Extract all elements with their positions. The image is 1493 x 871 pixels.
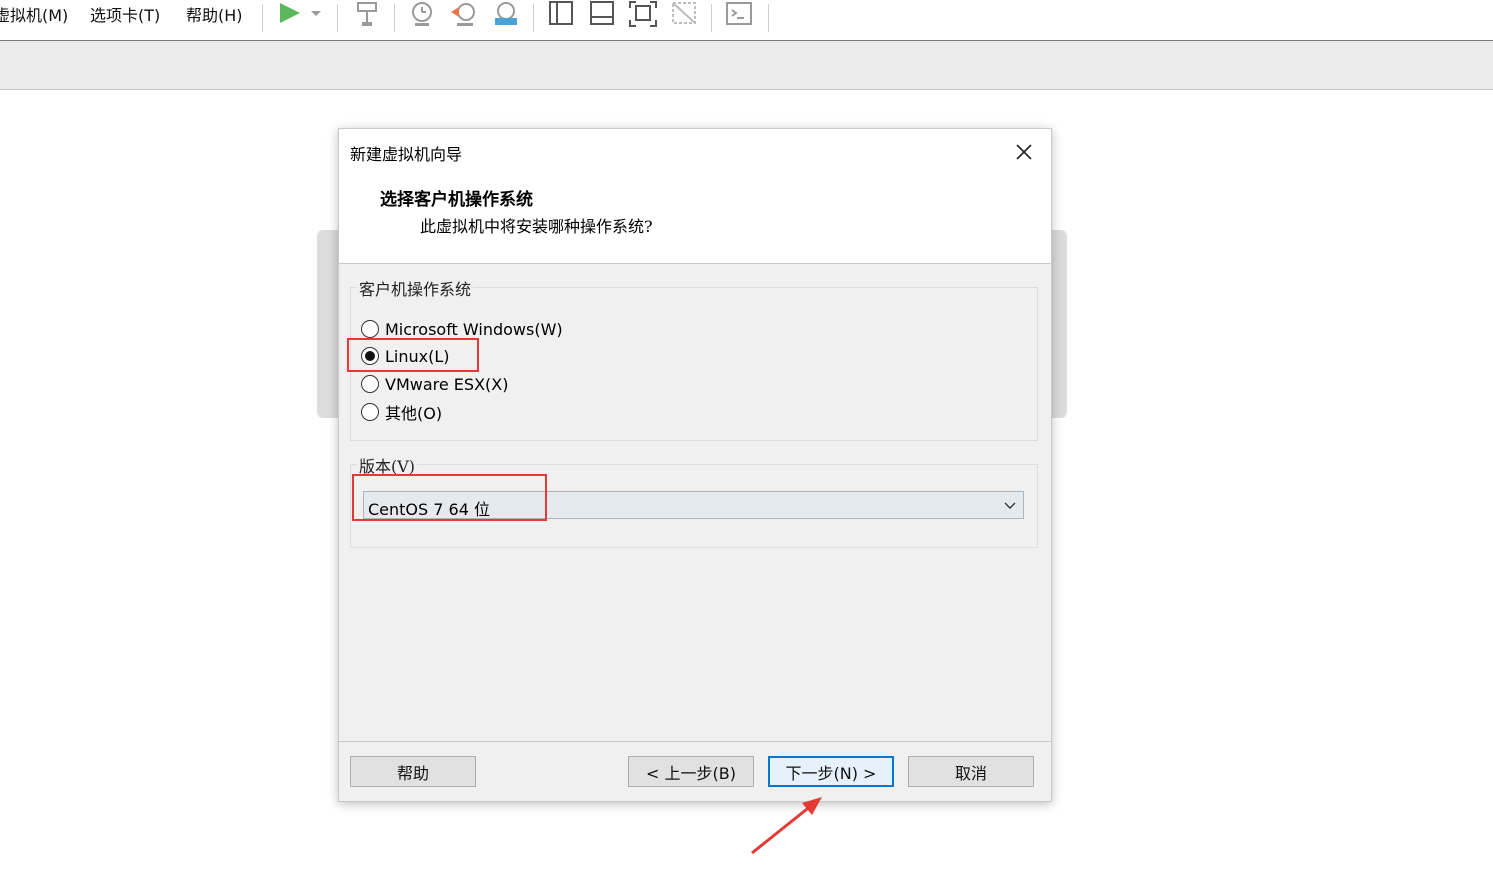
- page-heading: 选择客户机操作系统: [380, 190, 533, 210]
- toolbar-separator: [533, 4, 534, 32]
- radio-other[interactable]: 其他(O): [361, 400, 442, 424]
- radio-label: Microsoft Windows(W): [385, 319, 563, 339]
- unity-icon[interactable]: [669, 0, 699, 30]
- manage-snapshots-icon[interactable]: [491, 0, 521, 30]
- new-vm-wizard-dialog: 新建虚拟机向导 选择客户机操作系统 此虚拟机中将安装哪种操作系统? 客户机操作系…: [338, 128, 1052, 802]
- cancel-button[interactable]: 取消: [908, 756, 1034, 787]
- snapshot-icon[interactable]: [407, 0, 437, 30]
- menu-bar: 虚拟机(M) 选项卡(T) 帮助(H): [0, 0, 1493, 41]
- menu-help[interactable]: 帮助(H): [186, 2, 243, 26]
- toolbar-separator: [711, 4, 712, 32]
- toolbar-separator: [394, 4, 395, 32]
- radio-label: 其他(O): [385, 404, 443, 423]
- version-highlight-box: [352, 474, 547, 521]
- toolbar-separator: [337, 4, 338, 32]
- dialog-title: 新建虚拟机向导: [350, 145, 463, 164]
- radio-button[interactable]: [361, 403, 379, 421]
- radio-button[interactable]: [361, 375, 379, 393]
- library-view-icon[interactable]: [546, 0, 576, 30]
- toolbar-separator: [768, 4, 769, 32]
- menu-tabs[interactable]: 选项卡(T): [90, 2, 160, 26]
- next-button[interactable]: 下一步(N) >: [768, 756, 894, 787]
- radio-label: VMware ESX(X): [385, 374, 509, 394]
- annotation-arrow-icon: [751, 797, 822, 855]
- close-icon[interactable]: [1011, 139, 1037, 165]
- radio-vmware-esx[interactable]: VMware ESX(X): [361, 372, 508, 396]
- guest-os-group-label: 客户机操作系统: [357, 276, 474, 300]
- toolbar-separator: [262, 4, 263, 32]
- dropdown-arrow-icon[interactable]: [305, 0, 325, 30]
- console-icon[interactable]: [724, 0, 754, 30]
- footer-divider: [339, 741, 1051, 742]
- radio-button[interactable]: [361, 320, 379, 338]
- page-subheading: 此虚拟机中将安装哪种操作系统?: [420, 217, 653, 236]
- dialog-header: 新建虚拟机向导 选择客户机操作系统 此虚拟机中将安装哪种操作系统?: [339, 129, 1051, 264]
- menu-vm[interactable]: 虚拟机(M): [0, 2, 68, 26]
- fullscreen-icon[interactable]: [628, 0, 658, 30]
- help-button[interactable]: 帮助: [350, 756, 476, 787]
- linux-highlight-box: [347, 338, 479, 372]
- play-icon[interactable]: [275, 0, 305, 30]
- revert-snapshot-icon[interactable]: [449, 0, 479, 30]
- back-button[interactable]: < 上一步(B): [628, 756, 754, 787]
- tab-strip: [0, 41, 1493, 90]
- thumbnail-view-icon[interactable]: [587, 0, 617, 30]
- chevron-down-icon: [1004, 502, 1016, 509]
- send-keys-icon[interactable]: [352, 0, 382, 30]
